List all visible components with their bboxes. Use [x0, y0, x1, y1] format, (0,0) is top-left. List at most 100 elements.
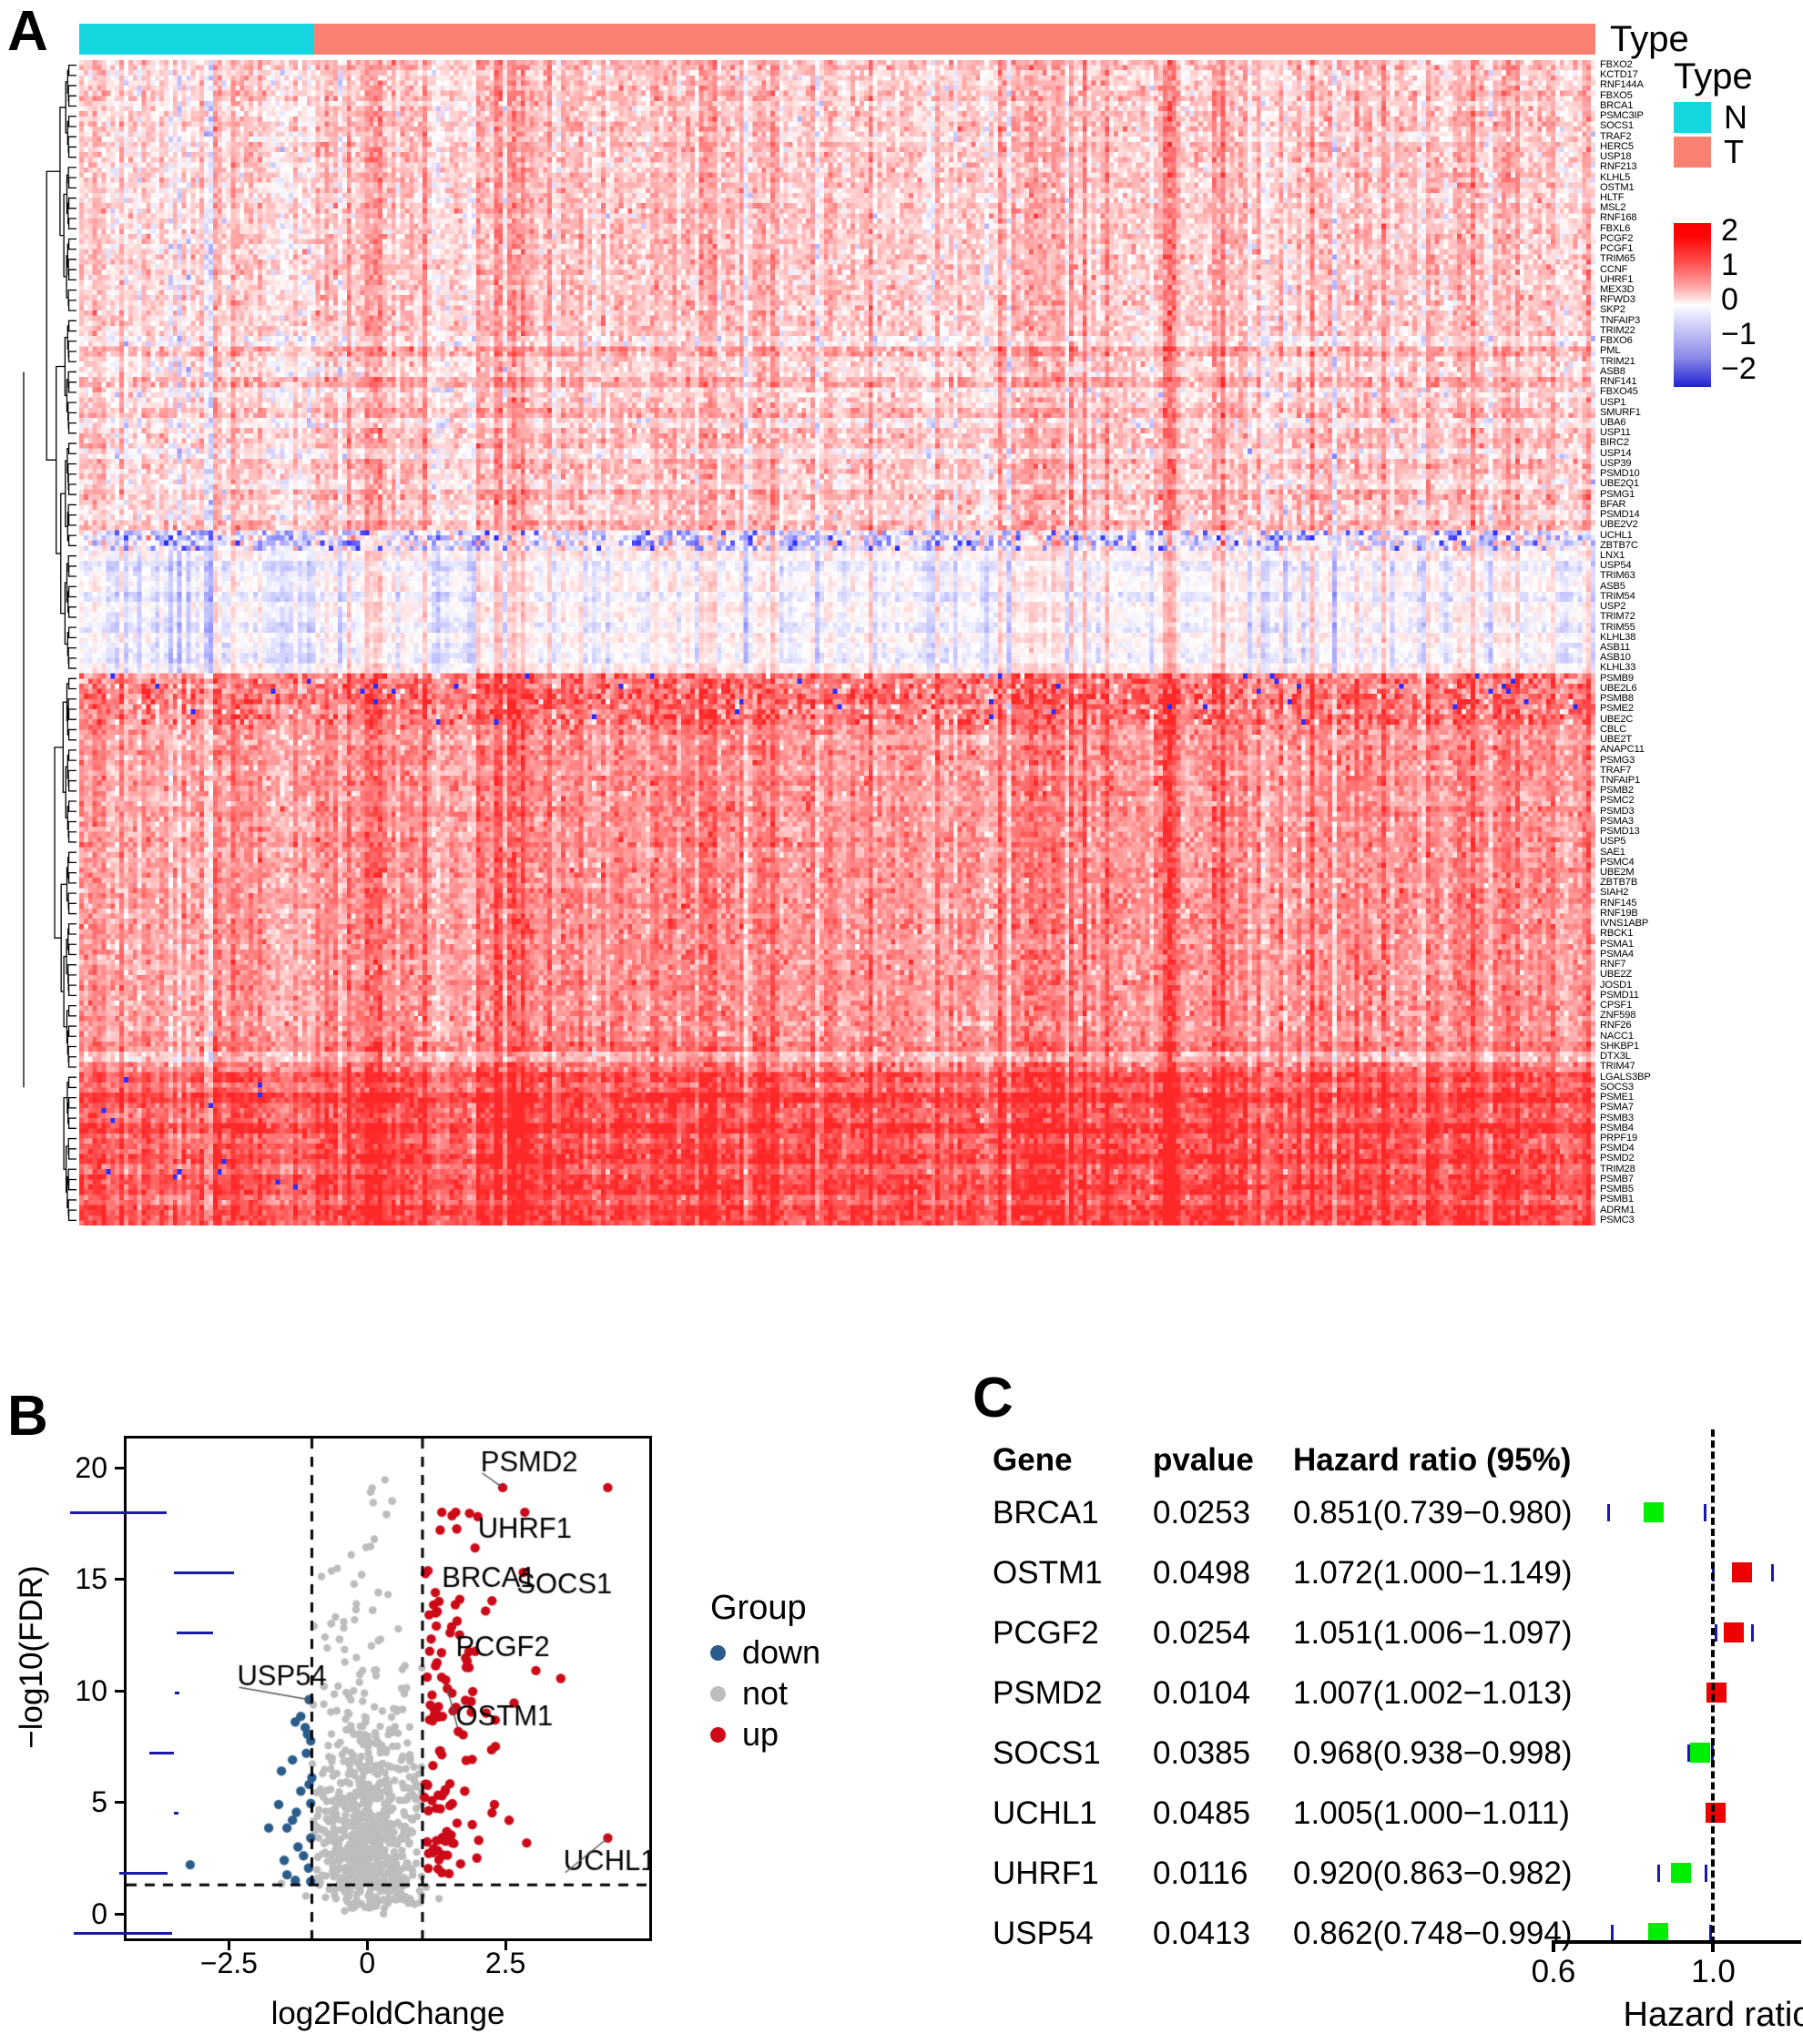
gene-label: TRIM63 — [1600, 570, 1635, 582]
gene-label: FBXO45 — [1600, 386, 1638, 398]
volcano-legend-rows: down not up — [710, 1636, 820, 1751]
gene-label: SOCS1 — [1600, 120, 1634, 132]
forest-point-estimate — [1671, 1863, 1692, 1883]
forest-axis-tick-label: 1.0 — [1691, 1954, 1736, 1989]
forest-axis-tick-label: 0.6 — [1531, 1954, 1576, 1989]
forest-ci-cap — [1611, 1924, 1615, 1942]
forest-cell-gene: SOCS1 — [993, 1735, 1101, 1771]
type-legend-title: Type — [1674, 56, 1753, 97]
volcano-legend-dot — [710, 1726, 726, 1743]
forest-ci-line — [175, 1691, 180, 1694]
expression-colorbar-legend: 2 1 0 −1 −2 — [1674, 215, 1801, 387]
forest-ci-cap — [1750, 1623, 1754, 1642]
panel-a-letter: A — [7, 0, 48, 63]
volcano-x-tick: −2.5 — [199, 1947, 258, 1979]
forest-ci-cap — [1607, 1503, 1611, 1521]
gene-label: RBCK1 — [1600, 928, 1634, 940]
forest-cell-hazard-ratio: 0.968(0.938−0.998) — [1293, 1735, 1573, 1771]
gene-label: TRIM47 — [1600, 1061, 1635, 1073]
forest-cell-hazard-ratio: 0.862(0.748−0.994) — [1293, 1916, 1573, 1951]
volcano-x-tick: 2.5 — [484, 1947, 526, 1979]
forest-point-estimate — [1690, 1743, 1711, 1763]
gene-label: SIAH2 — [1600, 887, 1629, 899]
gene-label: RNF213 — [1600, 161, 1637, 173]
volcano-plot-area — [127, 1439, 649, 1938]
gene-label: RNF168 — [1600, 212, 1637, 224]
volcano-legend-label: up — [742, 1715, 779, 1753]
volcano-y-tickmark — [115, 1466, 124, 1469]
type-legend-item: N — [1674, 101, 1801, 134]
forest-point-estimate — [1706, 1683, 1727, 1703]
volcano-group-legend: Group down not up — [710, 1589, 820, 1759]
forest-ci-cap — [1771, 1563, 1775, 1581]
colorbar-tick-label: −2 — [1721, 351, 1757, 386]
colorbar-tick-label: 2 — [1721, 213, 1738, 248]
volcano-legend-item: up — [710, 1718, 820, 1751]
volcano-legend-item: not — [710, 1677, 820, 1710]
annotation-segment-N — [79, 24, 315, 55]
forest-ci-cap — [1704, 1503, 1707, 1521]
gene-label: RNF144A — [1600, 79, 1644, 91]
forest-point-estimate — [1644, 1502, 1665, 1522]
forest-cell-pvalue: 0.0254 — [1153, 1615, 1251, 1651]
gene-label: UBE2Q1 — [1600, 478, 1639, 490]
forest-reference-line — [1711, 1429, 1716, 1944]
volcano-legend-item: down — [710, 1636, 820, 1669]
volcano-x-axis-label: log2FoldChange — [270, 1996, 505, 2031]
forest-cell-pvalue: 0.0116 — [1153, 1856, 1248, 1891]
gene-label: PSMC3 — [1600, 1214, 1635, 1225]
volcano-y-tickmark — [115, 1913, 124, 1917]
forest-cell-pvalue: 0.0413 — [1153, 1916, 1251, 1951]
forest-cell-hazard-ratio: 1.007(1.002−1.013) — [1293, 1675, 1573, 1711]
forest-point-estimate — [1705, 1803, 1726, 1823]
forest-cell-hazard-ratio: 0.920(0.863−0.982) — [1293, 1856, 1573, 1891]
type-legend-rows: NT — [1674, 101, 1801, 170]
forest-cell-pvalue: 0.0485 — [1153, 1795, 1251, 1831]
forest-cell-pvalue: 0.0253 — [1153, 1495, 1251, 1530]
forest-cell-hazard-ratio: 0.851(0.739−0.980) — [1293, 1495, 1573, 1530]
forest-axis-line — [1553, 1940, 1801, 1944]
gene-label: KLHL33 — [1600, 662, 1636, 674]
forest-ci-cap — [1656, 1864, 1660, 1882]
volcano-y-tickmark — [115, 1578, 124, 1581]
forest-axis-tick — [1552, 1940, 1555, 1952]
forest-plot-area — [69, 1429, 1803, 2012]
forest-cell-gene: UCHL1 — [993, 1795, 1097, 1831]
forest-ci-cap — [1686, 1744, 1690, 1762]
forest-ci-line — [177, 1631, 214, 1634]
forest-header-hazard-ratio: Hazard ratio (95%) — [1293, 1442, 1572, 1478]
volcano-y-axis-label: −log10(FDR) — [14, 1565, 49, 1749]
volcano-x-tick: 0 — [359, 1947, 376, 1979]
forest-ci-line — [73, 1931, 172, 1935]
colorbar-tick-label: 0 — [1721, 282, 1738, 317]
forest-cell-gene: PSMD2 — [993, 1675, 1103, 1711]
heatmap-grid — [79, 60, 1595, 1225]
gene-label: PSMD2 — [1600, 1153, 1635, 1164]
gene-label: PSMA7 — [1600, 1102, 1634, 1114]
forest-cell-gene: OSTM1 — [993, 1555, 1103, 1591]
forest-x-axis-label: Hazard ratio — [1623, 1996, 1803, 2034]
colorbar-tick-label: −1 — [1721, 317, 1757, 351]
annotation-segment-T — [314, 24, 1595, 55]
gene-label: PSMB1 — [1600, 1194, 1634, 1205]
type-legend-label: T — [1724, 133, 1744, 170]
panel-b-letter: B — [7, 1385, 48, 1448]
gene-label: TRIM72 — [1600, 611, 1635, 623]
forest-header-gene: Gene — [993, 1442, 1073, 1478]
forest-header-pvalue: pvalue — [1153, 1442, 1254, 1478]
volcano-legend-dot — [710, 1644, 726, 1661]
type-legend-swatch — [1674, 102, 1711, 133]
forest-ci-line — [174, 1571, 234, 1574]
type-legend-item: T — [1674, 133, 1801, 170]
forest-cell-gene: BRCA1 — [993, 1495, 1099, 1530]
type-legend-swatch — [1674, 137, 1711, 168]
colorbar-gradient — [1674, 223, 1711, 387]
volcano-x-tickmark — [366, 1941, 370, 1950]
forest-cell-hazard-ratio: 1.072(1.000−1.149) — [1293, 1555, 1573, 1591]
row-dendrogram — [20, 60, 77, 1225]
gene-label: RNF26 — [1600, 1020, 1632, 1032]
volcano-y-tickmark — [115, 1801, 124, 1805]
volcano-legend-title: Group — [710, 1589, 807, 1627]
forest-ci-line — [69, 1510, 167, 1514]
forest-cell-gene: UHRF1 — [993, 1856, 1099, 1891]
